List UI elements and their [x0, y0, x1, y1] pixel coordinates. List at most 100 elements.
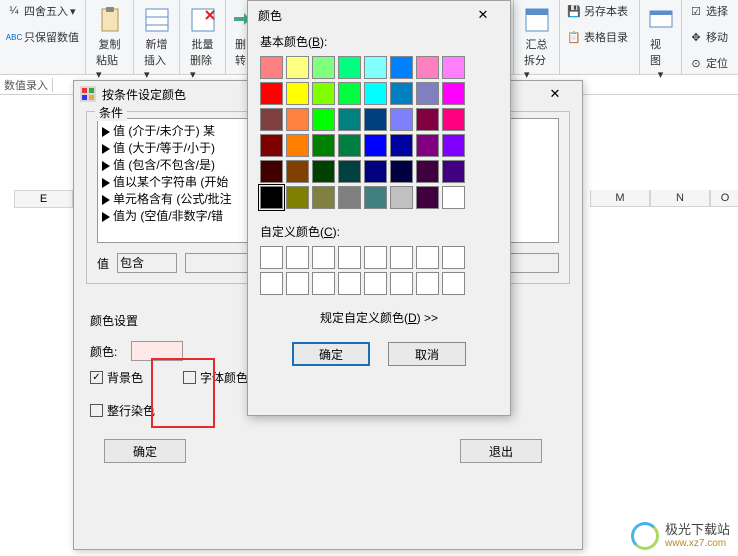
basic-color-36[interactable] — [364, 160, 387, 183]
select-button[interactable]: ☑选择 — [688, 2, 732, 20]
copy-paste-button[interactable]: 复制 粘贴▾ — [92, 2, 127, 83]
custom-color-13[interactable] — [390, 272, 413, 295]
basic-color-10[interactable] — [312, 82, 335, 105]
basic-color-38[interactable] — [416, 160, 439, 183]
custom-color-0[interactable] — [260, 246, 283, 269]
basic-color-5[interactable] — [390, 56, 413, 79]
basic-color-14[interactable] — [416, 82, 439, 105]
basic-color-19[interactable] — [338, 108, 361, 131]
basic-color-40[interactable] — [260, 186, 283, 209]
custom-color-6[interactable] — [416, 246, 439, 269]
custom-color-5[interactable] — [390, 246, 413, 269]
custom-color-8[interactable] — [260, 272, 283, 295]
basic-color-32[interactable] — [260, 160, 283, 183]
basic-color-37[interactable] — [390, 160, 413, 183]
col-header-n[interactable]: N — [650, 190, 710, 207]
basic-color-24[interactable] — [260, 134, 283, 157]
basic-color-47[interactable] — [442, 186, 465, 209]
dialog2-ok-button[interactable]: 确定 — [292, 342, 370, 366]
custom-color-4[interactable] — [364, 246, 387, 269]
custom-color-1[interactable] — [286, 246, 309, 269]
define-custom-link[interactable]: 规定自定义颜色(D) >> — [248, 295, 510, 336]
view-button[interactable]: 视图▾ — [646, 2, 675, 83]
basic-color-12[interactable] — [364, 82, 387, 105]
value-select[interactable]: 包含 — [117, 253, 177, 273]
basic-color-7[interactable] — [442, 56, 465, 79]
basic-color-22[interactable] — [416, 108, 439, 131]
basic-color-1[interactable] — [286, 56, 309, 79]
watermark-logo-icon — [631, 522, 659, 550]
dialog1-exit-button[interactable]: 退出 — [460, 439, 542, 463]
basic-color-30[interactable] — [416, 134, 439, 157]
basic-color-33[interactable] — [286, 160, 309, 183]
basic-color-16[interactable] — [260, 108, 283, 131]
bg-color-checkbox[interactable]: ✓背景色 — [90, 369, 143, 386]
basic-color-35[interactable] — [338, 160, 361, 183]
basic-color-45[interactable] — [390, 186, 413, 209]
custom-color-grid — [248, 246, 510, 295]
basic-color-11[interactable] — [338, 82, 361, 105]
font-color-checkbox[interactable]: 字体颜色 — [183, 369, 248, 386]
basic-color-8[interactable] — [260, 82, 283, 105]
col-header-o[interactable]: O — [710, 190, 738, 207]
custom-color-9[interactable] — [286, 272, 309, 295]
basic-color-34[interactable] — [312, 160, 335, 183]
custom-color-12[interactable] — [364, 272, 387, 295]
sum-split-button[interactable]: 汇总 拆分▾ — [520, 2, 553, 83]
dialog2-title: 颜色 — [254, 7, 456, 24]
custom-color-2[interactable] — [312, 246, 335, 269]
custom-color-3[interactable] — [338, 246, 361, 269]
basic-color-26[interactable] — [312, 134, 335, 157]
whole-row-checkbox[interactable]: 整行染色 — [90, 402, 155, 419]
custom-color-7[interactable] — [442, 246, 465, 269]
round-button[interactable]: ¼四舍五入▾ — [6, 2, 79, 20]
basic-color-15[interactable] — [442, 82, 465, 105]
basic-color-13[interactable] — [390, 82, 413, 105]
select-icon: ☑ — [688, 3, 704, 19]
basic-color-42[interactable] — [312, 186, 335, 209]
table-list-button[interactable]: 📋表格目录 — [566, 28, 633, 46]
dialog1-close-button[interactable]: ✕ — [534, 82, 576, 106]
basic-color-29[interactable] — [390, 134, 413, 157]
locate-button[interactable]: ⊙定位 — [688, 54, 732, 72]
basic-color-17[interactable] — [286, 108, 309, 131]
add-insert-button[interactable]: 新增 插入▾ — [140, 2, 173, 83]
basic-color-9[interactable] — [286, 82, 309, 105]
basic-color-27[interactable] — [338, 134, 361, 157]
col-header-m[interactable]: M — [590, 190, 650, 207]
dialog2-cancel-button[interactable]: 取消 — [388, 342, 466, 366]
basic-color-25[interactable] — [286, 134, 309, 157]
basic-colors-label: 基本颜色(B): — [248, 29, 510, 56]
keep-values-button[interactable]: ABC只保留数值 — [6, 28, 79, 46]
save-as-button[interactable]: 💾另存本表 — [566, 2, 633, 20]
custom-color-11[interactable] — [338, 272, 361, 295]
basic-color-46[interactable] — [416, 186, 439, 209]
value-label: 值 — [97, 255, 109, 272]
basic-color-41[interactable] — [286, 186, 309, 209]
basic-color-6[interactable] — [416, 56, 439, 79]
move-button[interactable]: ✥移动 — [688, 28, 732, 46]
formula-dropdown[interactable] — [52, 78, 64, 92]
basic-color-39[interactable] — [442, 160, 465, 183]
dialog2-close-button[interactable]: ✕ — [462, 3, 504, 27]
custom-color-14[interactable] — [416, 272, 439, 295]
basic-color-43[interactable] — [338, 186, 361, 209]
basic-color-23[interactable] — [442, 108, 465, 131]
dialog1-ok-button[interactable]: 确定 — [104, 439, 186, 463]
basic-color-3[interactable] — [338, 56, 361, 79]
basic-color-44[interactable] — [364, 186, 387, 209]
basic-color-28[interactable] — [364, 134, 387, 157]
basic-color-2[interactable] — [312, 56, 335, 79]
basic-color-20[interactable] — [364, 108, 387, 131]
col-header-e[interactable]: E — [14, 190, 73, 208]
custom-color-10[interactable] — [312, 272, 335, 295]
basic-color-31[interactable] — [442, 134, 465, 157]
batch-delete-button[interactable]: 批量 删除▾ — [186, 2, 219, 83]
color-swatch[interactable] — [131, 341, 183, 361]
basic-color-21[interactable] — [390, 108, 413, 131]
basic-color-0[interactable] — [260, 56, 283, 79]
basic-color-18[interactable] — [312, 108, 335, 131]
dialog2-titlebar: 颜色 ✕ — [248, 1, 510, 29]
basic-color-4[interactable] — [364, 56, 387, 79]
custom-color-15[interactable] — [442, 272, 465, 295]
